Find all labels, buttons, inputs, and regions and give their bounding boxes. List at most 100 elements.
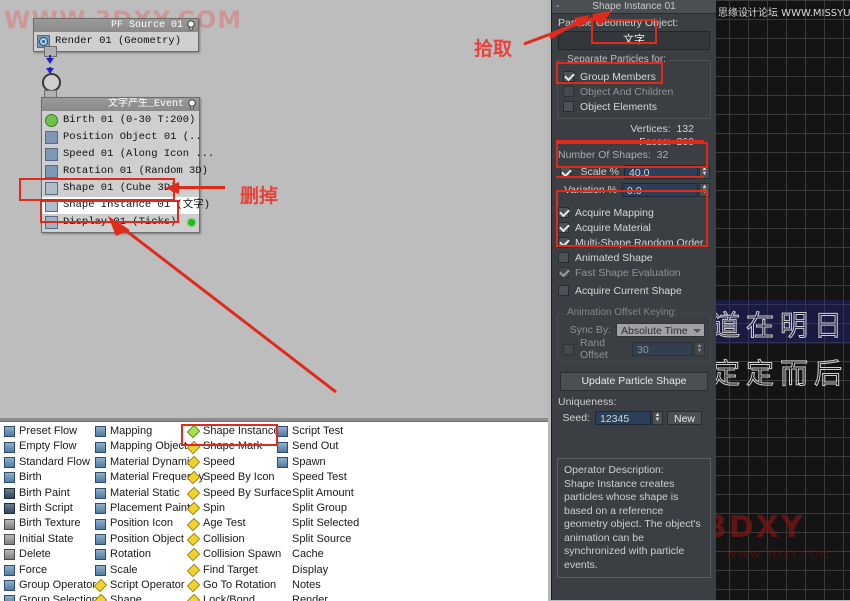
depot-item[interactable]: Split Group (277, 501, 369, 516)
scale-input[interactable]: 40.0 (624, 165, 698, 179)
depot-item[interactable]: Scale (95, 563, 190, 578)
variation-spinner[interactable]: ▲ ▼ (699, 183, 710, 197)
depot-item[interactable]: Position Icon (95, 516, 190, 531)
depot-item[interactable]: Split Source (277, 532, 369, 547)
checkbox-animated-shape[interactable]: Animated Shape (558, 250, 710, 265)
depot-item[interactable]: Send Out (277, 439, 369, 454)
shape-icon (93, 594, 108, 601)
depot-item[interactable]: Standard Flow (4, 455, 92, 470)
viewport[interactable]: 道在明日 定定而后 思缘设计论坛 WWW.MISSYUAN.COM 3DXY W… (716, 0, 850, 600)
depot-item[interactable]: Position Object (95, 532, 190, 547)
operator-row-speed[interactable]: Speed 01 (Along Icon ... (42, 146, 214, 163)
viewport-text-line-1[interactable]: 道在明日 (716, 304, 848, 344)
depot-item[interactable]: Notes (277, 578, 369, 593)
variation-row[interactable]: Variation % 0.0 ▲ ▼ (558, 182, 710, 198)
rollout-header-shape-instance[interactable]: - Shape Instance 01 (552, 0, 716, 14)
operator-row-shape-instance[interactable]: Shape Instance 01 (文字) (42, 197, 210, 214)
operator-row-display[interactable]: Display 01 (Ticks) (42, 214, 199, 231)
pf-source-node[interactable]: PF Source 01 Render 01 (Geometry) (33, 18, 199, 52)
depot-item[interactable]: Speed By Surface (186, 486, 292, 501)
checkbox-icon[interactable] (563, 101, 574, 112)
event-node[interactable]: 文字产生_Event Birth 01 (0-30 T:200) Positio… (41, 97, 214, 233)
depot-item[interactable]: Display (277, 563, 369, 578)
new-seed-button[interactable]: New (667, 411, 703, 425)
shape-instance-icon (186, 425, 201, 439)
checkbox-multi-shape-random-order[interactable]: Multi-Shape Random Order (558, 235, 710, 250)
depot-item[interactable]: Spawn (277, 455, 369, 470)
lightbulb-icon[interactable] (187, 99, 197, 110)
checkbox-icon[interactable] (558, 285, 569, 296)
depot-item[interactable]: Script Test (277, 424, 369, 439)
depot-item[interactable]: Material Dynamic (95, 455, 195, 470)
particle-view-depot[interactable]: Preset Flow Empty Flow Standard Flow Birth B… (0, 421, 548, 601)
checkbox-acquire-current-shape[interactable]: Acquire Current Shape (558, 283, 710, 298)
checkbox-icon[interactable] (563, 71, 574, 82)
depot-item[interactable]: Spin (186, 501, 280, 516)
event-node-title[interactable]: 文字产生_Event (42, 98, 199, 111)
depot-item[interactable]: Mapping Object (95, 439, 190, 454)
checkbox-icon[interactable] (558, 207, 569, 218)
depot-item[interactable]: Split Selected (277, 516, 369, 531)
rand-offset-checkbox-icon (563, 343, 574, 355)
depot-item[interactable]: Birth Paint (4, 486, 92, 501)
depot-item[interactable]: Birth Texture (4, 516, 92, 531)
depot-item[interactable]: Empty Flow (4, 439, 92, 454)
lightbulb-icon[interactable] (186, 20, 196, 31)
depot-item[interactable]: Age Test (186, 516, 280, 531)
depot-column: Mapping Mapping Object Material Dynamic Mat… (93, 424, 204, 601)
depot-item[interactable]: Split Amount (277, 486, 369, 501)
depot-item[interactable]: Placement Paint (95, 501, 190, 516)
depot-item[interactable]: Shape Mark (186, 439, 280, 454)
depot-item[interactable]: Speed (186, 455, 280, 470)
checkbox-icon[interactable] (558, 252, 569, 263)
depot-item[interactable]: Find Target (186, 563, 280, 578)
operator-row-position-object[interactable]: Position Object 01 (.. (42, 129, 202, 146)
collapse-icon[interactable]: - (556, 0, 559, 13)
pf-source-title[interactable]: PF Source 01 (34, 19, 198, 32)
operator-row-shape[interactable]: Shape 01 (Cube 3D) (42, 180, 199, 197)
particle-geometry-object-button[interactable]: 文字 (558, 31, 710, 50)
depot-item[interactable]: Shape Instance (186, 424, 280, 439)
checkbox-icon (558, 267, 569, 278)
depot-item[interactable]: Mapping (95, 424, 190, 439)
depot-column: Shape Instance Shape Mark Speed Speed By Ic… (186, 424, 292, 601)
seed-row[interactable]: Seed: 12345 ▲ ▼ New (558, 410, 710, 426)
depot-item[interactable]: Preset Flow (4, 424, 92, 439)
depot-item[interactable]: Collision (186, 532, 280, 547)
delete-icon (4, 549, 15, 561)
depot-item[interactable]: Cache (277, 547, 369, 562)
checkbox-icon[interactable] (558, 237, 569, 248)
depot-item[interactable]: Script Operator (93, 578, 190, 593)
depot-item[interactable]: Birth Script (4, 501, 92, 516)
depot-item[interactable]: Initial State (4, 532, 92, 547)
checkbox-icon[interactable] (558, 222, 569, 233)
checkbox-acquire-material[interactable]: Acquire Material (558, 220, 710, 235)
depot-item[interactable]: Speed Test (277, 470, 369, 485)
depot-item[interactable]: Birth (4, 470, 92, 485)
depot-item[interactable]: Material Frequency (95, 470, 204, 485)
update-particle-shape-button[interactable]: Update Particle Shape (560, 372, 708, 391)
display-enabled-dot-icon[interactable] (188, 219, 195, 226)
depot-item[interactable]: Collision Spawn (186, 547, 281, 562)
depot-item[interactable]: Delete (4, 547, 92, 562)
checkbox-group-members[interactable]: Group Members (563, 69, 705, 84)
checkbox-acquire-mapping[interactable]: Acquire Mapping (558, 205, 710, 220)
depot-item[interactable]: Go To Rotation (186, 578, 280, 593)
depot-item[interactable]: Group Operator (4, 578, 96, 593)
seed-spinner[interactable]: ▲ ▼ (652, 411, 663, 425)
depot-item[interactable]: Rotation (95, 547, 190, 562)
checkbox-object-elements[interactable]: Object Elements (563, 99, 705, 114)
scale-checkbox-icon[interactable] (560, 166, 571, 178)
viewport-text-line-2[interactable]: 定定而后 (716, 352, 848, 392)
scale-row[interactable]: Scale % 40.0 ▲ ▼ (558, 164, 710, 180)
depot-item[interactable]: Speed By Icon (186, 470, 280, 485)
operator-row[interactable]: Render 01 (Geometry) (34, 33, 198, 50)
depot-item[interactable]: Force (4, 563, 92, 578)
depot-item[interactable]: Material Static (95, 486, 190, 501)
command-panel[interactable]: - Shape Instance 01 Particle Geometry Ob… (551, 0, 717, 600)
variation-input[interactable]: 0.0 (622, 183, 698, 197)
operator-row-rotation[interactable]: Rotation 01 (Random 3D) (42, 163, 208, 180)
seed-input[interactable]: 12345 (595, 411, 651, 425)
scale-spinner[interactable]: ▲ ▼ (699, 165, 710, 179)
operator-row-birth[interactable]: Birth 01 (0-30 T:200) (42, 112, 199, 129)
